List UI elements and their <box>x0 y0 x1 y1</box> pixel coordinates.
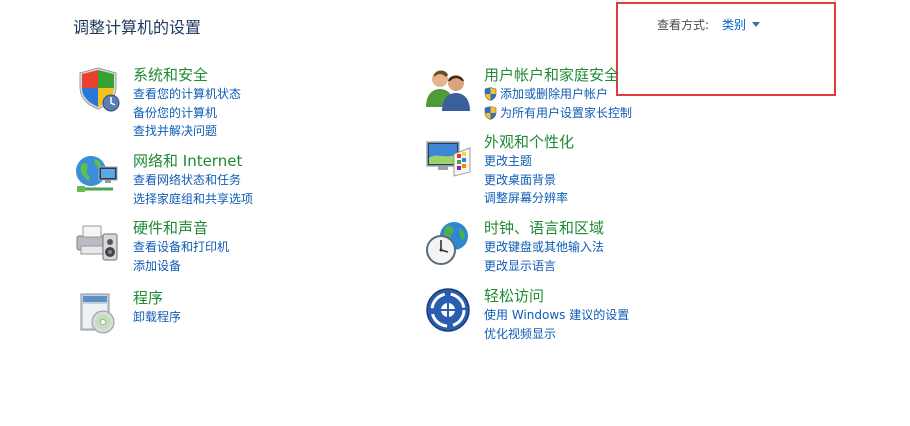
ease-of-access-icon[interactable] <box>424 286 474 334</box>
category-title[interactable]: 用户帐户和家庭安全 <box>484 65 632 85</box>
category-network-internet: 网络和 Internet 查看网络状态和任务 选择家庭组和共享选项 <box>73 151 253 208</box>
clock-globe-icon[interactable] <box>424 218 474 266</box>
link-adjust-resolution[interactable]: 调整屏幕分辨率 <box>484 189 574 208</box>
link-optimize-visual-display[interactable]: 优化视频显示 <box>484 325 629 344</box>
link-homegroup-sharing[interactable]: 选择家庭组和共享选项 <box>133 190 253 209</box>
category-title[interactable]: 轻松访问 <box>484 286 629 306</box>
category-user-accounts: 用户帐户和家庭安全 添加或删除用户帐户 为所有用户设置家长控制 <box>424 65 632 122</box>
link-add-remove-accounts[interactable]: 添加或删除用户帐户 <box>484 85 632 104</box>
category-title[interactable]: 时钟、语言和区域 <box>484 218 604 238</box>
category-hardware-sound: 硬件和声音 查看设备和打印机 添加设备 <box>73 218 229 275</box>
highlight-box <box>616 2 836 96</box>
link-uninstall-program[interactable]: 卸载程序 <box>133 308 181 327</box>
monitor-palette-icon[interactable] <box>424 132 474 180</box>
link-change-keyboard[interactable]: 更改键盘或其他输入法 <box>484 238 604 257</box>
link-change-display-language[interactable]: 更改显示语言 <box>484 257 604 276</box>
category-title[interactable]: 系统和安全 <box>133 65 241 85</box>
page-title: 调整计算机的设置 <box>73 18 202 37</box>
link-change-theme[interactable]: 更改主题 <box>484 152 574 171</box>
control-panel-page: 调整计算机的设置 查看方式: 类别 系统和安全 查看您的计算机状态 备份您的计算… <box>0 0 910 426</box>
category-programs: 程序 卸载程序 <box>73 288 181 336</box>
link-windows-suggested-settings[interactable]: 使用 Windows 建议的设置 <box>484 306 629 325</box>
uac-shield-icon <box>484 105 497 120</box>
link-parental-controls[interactable]: 为所有用户设置家长控制 <box>484 104 632 123</box>
link-troubleshoot[interactable]: 查找并解决问题 <box>133 122 241 141</box>
link-devices-printers[interactable]: 查看设备和打印机 <box>133 238 229 257</box>
link-text[interactable]: 添加或删除用户帐户 <box>500 85 608 104</box>
link-network-status[interactable]: 查看网络状态和任务 <box>133 171 253 190</box>
category-system-security: 系统和安全 查看您的计算机状态 备份您的计算机 查找并解决问题 <box>73 65 241 141</box>
category-ease-of-access: 轻松访问 使用 Windows 建议的设置 优化视频显示 <box>424 286 629 343</box>
category-title[interactable]: 网络和 Internet <box>133 151 253 171</box>
category-clock-language-region: 时钟、语言和区域 更改键盘或其他输入法 更改显示语言 <box>424 218 604 275</box>
category-title[interactable]: 程序 <box>133 288 181 308</box>
link-change-desktop-background[interactable]: 更改桌面背景 <box>484 171 574 190</box>
category-appearance: 外观和个性化 更改主题 更改桌面背景 调整屏幕分辨率 <box>424 132 574 208</box>
category-title[interactable]: 外观和个性化 <box>484 132 574 152</box>
link-backup-computer[interactable]: 备份您的计算机 <box>133 104 241 123</box>
users-icon[interactable] <box>424 65 474 113</box>
link-text[interactable]: 为所有用户设置家长控制 <box>500 104 632 123</box>
category-title[interactable]: 硬件和声音 <box>133 218 229 238</box>
printer-speaker-icon[interactable] <box>73 218 123 266</box>
link-add-device[interactable]: 添加设备 <box>133 257 229 276</box>
shield-flag-icon[interactable] <box>73 65 123 113</box>
programs-disc-icon[interactable] <box>73 288 123 336</box>
link-view-computer-status[interactable]: 查看您的计算机状态 <box>133 85 241 104</box>
network-globe-icon[interactable] <box>73 151 123 199</box>
uac-shield-icon <box>484 87 497 102</box>
